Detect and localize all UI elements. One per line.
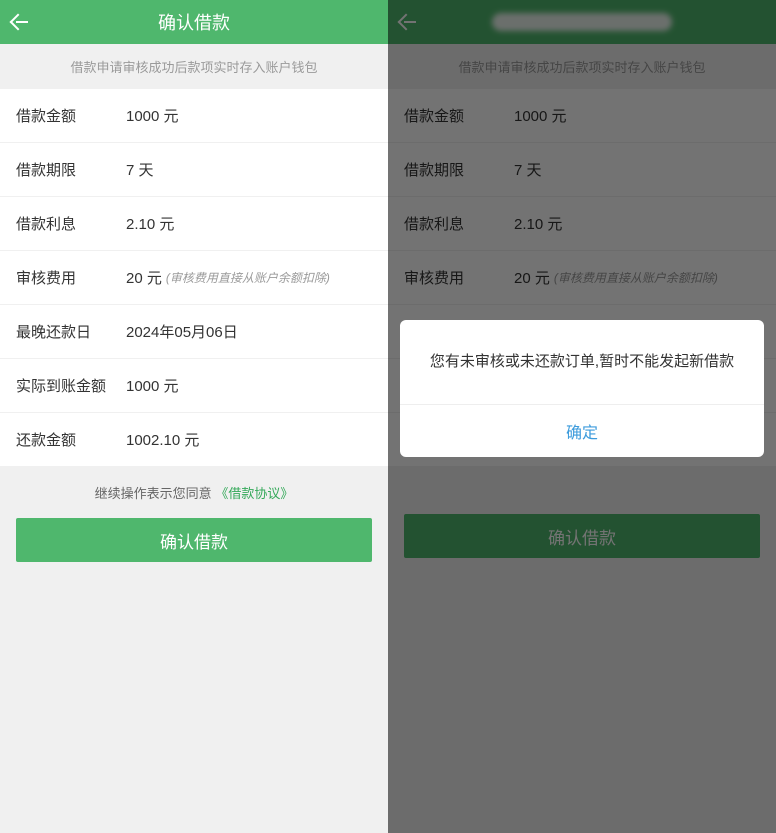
screen-left: 确认借款 借款申请审核成功后款项实时存入账户钱包 借款金额 1000 元 借款期… xyxy=(0,0,388,833)
value-fee: 20 元 xyxy=(126,267,162,288)
dialog-ok-button[interactable]: 确定 xyxy=(400,405,764,457)
alert-dialog: 您有未审核或未还款订单,暂时不能发起新借款 确定 xyxy=(400,320,764,457)
back-button[interactable] xyxy=(12,0,28,44)
label-repay: 还款金额 xyxy=(16,429,126,450)
back-arrow-icon xyxy=(10,14,27,31)
dialog-message: 您有未审核或未还款订单,暂时不能发起新借款 xyxy=(400,320,764,404)
label-amount: 借款金额 xyxy=(16,105,126,126)
hint-fee: (审核费用直接从账户余额扣除) xyxy=(166,269,330,286)
label-fee: 审核费用 xyxy=(16,267,126,288)
page-title: 确认借款 xyxy=(0,9,388,35)
agreement-link[interactable]: 《借款协议》 xyxy=(215,486,293,501)
agreement-prefix: 继续操作表示您同意 xyxy=(95,486,212,501)
value-actual: 1000 元 xyxy=(126,375,179,396)
agreement-line: 继续操作表示您同意 《借款协议》 xyxy=(0,467,388,518)
value-repay: 1002.10 元 xyxy=(126,429,199,450)
loan-detail-list: 借款金额 1000 元 借款期限 7 天 借款利息 2.10 元 审核费用 20… xyxy=(0,89,388,467)
row-actual: 实际到账金额 1000 元 xyxy=(0,359,388,413)
label-period: 借款期限 xyxy=(16,159,126,180)
screen-right: 借款申请审核成功后款项实时存入账户钱包 借款金额 1000 元 借款期限 7 天… xyxy=(388,0,776,833)
value-amount: 1000 元 xyxy=(126,105,179,126)
value-interest: 2.10 元 xyxy=(126,213,174,234)
row-fee: 审核费用 20 元 (审核费用直接从账户余额扣除) xyxy=(0,251,388,305)
notice-text: 借款申请审核成功后款项实时存入账户钱包 xyxy=(0,44,388,89)
row-interest: 借款利息 2.10 元 xyxy=(0,197,388,251)
row-amount: 借款金额 1000 元 xyxy=(0,89,388,143)
header: 确认借款 xyxy=(0,0,388,44)
label-due: 最晚还款日 xyxy=(16,321,126,342)
label-interest: 借款利息 xyxy=(16,213,126,234)
row-due: 最晚还款日 2024年05月06日 xyxy=(0,305,388,359)
row-repay: 还款金额 1002.10 元 xyxy=(0,413,388,467)
value-period: 7 天 xyxy=(126,159,154,180)
label-actual: 实际到账金额 xyxy=(16,375,126,396)
confirm-loan-button[interactable]: 确认借款 xyxy=(16,518,372,562)
row-period: 借款期限 7 天 xyxy=(0,143,388,197)
value-due: 2024年05月06日 xyxy=(126,321,238,342)
